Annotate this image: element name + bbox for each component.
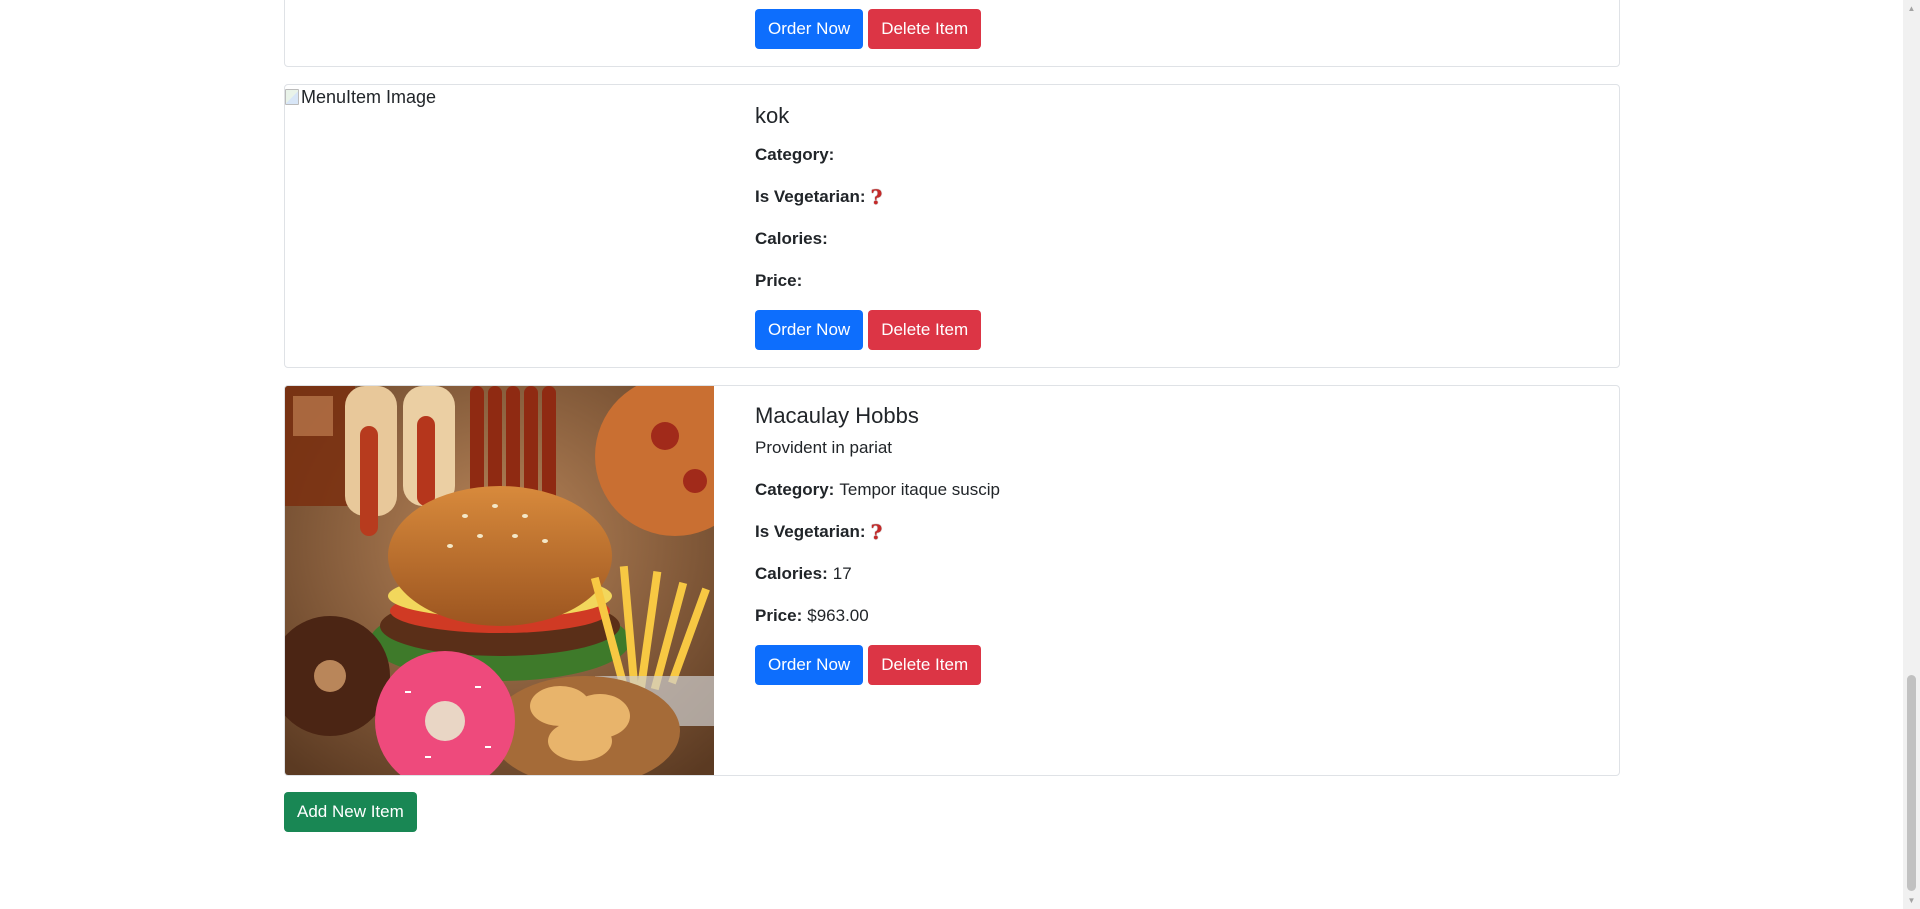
price-field: Price: bbox=[755, 269, 807, 293]
vegetarian-field: Is Vegetarian: ? bbox=[755, 520, 882, 544]
vegetarian-field: Is Vegetarian: ? bbox=[755, 185, 882, 209]
delete-item-button[interactable]: Delete Item bbox=[868, 645, 982, 685]
vertical-scrollbar[interactable]: ▲ ▼ bbox=[1903, 0, 1920, 909]
broken-image: MenuItem Image bbox=[285, 85, 436, 109]
menu-item-card: MenuItem Image kok Category: Is Vegetari… bbox=[284, 84, 1620, 368]
calories-label: Calories: bbox=[755, 229, 828, 248]
card-actions: Order Now Delete Item bbox=[755, 310, 982, 350]
menu-item-description: Provident in pariat bbox=[755, 438, 893, 457]
menu-item-image-container bbox=[285, 386, 714, 775]
price-label: Price: bbox=[755, 606, 803, 625]
order-now-button[interactable]: Order Now bbox=[755, 310, 864, 350]
card-actions: Order Now Delete Item bbox=[755, 645, 982, 685]
menu-item-name: Macaulay Hobbs bbox=[755, 403, 919, 428]
vegetarian-label: Is Vegetarian: bbox=[755, 522, 866, 541]
order-now-button[interactable]: Order Now bbox=[755, 9, 864, 49]
scrollbar-thumb[interactable] bbox=[1907, 675, 1916, 891]
delete-item-button[interactable]: Delete Item bbox=[868, 310, 982, 350]
card-actions: Order Now Delete Item bbox=[755, 9, 982, 49]
question-mark-icon: ? bbox=[870, 185, 883, 209]
calories-value: 17 bbox=[832, 564, 852, 583]
menu-item-card: Order Now Delete Item bbox=[284, 0, 1620, 67]
page: Order Now Delete Item MenuItem Image kok… bbox=[0, 0, 1920, 909]
price-field: Price: $963.00 bbox=[755, 604, 869, 628]
delete-item-button[interactable]: Delete Item bbox=[868, 9, 982, 49]
category-field: Category: Tempor itaque suscip bbox=[755, 478, 1000, 502]
category-label: Category: bbox=[755, 145, 835, 164]
vegetarian-label: Is Vegetarian: bbox=[755, 187, 866, 206]
image-alt-text: MenuItem Image bbox=[301, 86, 437, 107]
price-label: Price: bbox=[755, 271, 803, 290]
calories-field: Calories: 17 bbox=[755, 562, 852, 586]
order-now-button[interactable]: Order Now bbox=[755, 645, 864, 685]
scroll-up-arrow-icon[interactable]: ▲ bbox=[1903, 0, 1920, 17]
category-value: Tempor itaque suscip bbox=[839, 480, 1000, 499]
calories-label: Calories: bbox=[755, 564, 828, 583]
add-new-item-button[interactable]: Add New Item bbox=[284, 792, 417, 832]
question-mark-icon: ? bbox=[870, 520, 883, 544]
menu-item-image-container: MenuItem Image bbox=[285, 85, 714, 367]
calories-field: Calories: bbox=[755, 227, 833, 251]
menu-item-card: Macaulay Hobbs Provident in pariat Categ… bbox=[284, 385, 1620, 776]
scroll-down-arrow-icon[interactable]: ▼ bbox=[1903, 892, 1920, 909]
broken-image-icon bbox=[285, 89, 299, 105]
price-value: $963.00 bbox=[807, 606, 869, 625]
menu-item-name: kok bbox=[755, 103, 790, 128]
category-label: Category: bbox=[755, 480, 835, 499]
category-field: Category: bbox=[755, 143, 839, 167]
fast-food-photo bbox=[285, 386, 714, 775]
